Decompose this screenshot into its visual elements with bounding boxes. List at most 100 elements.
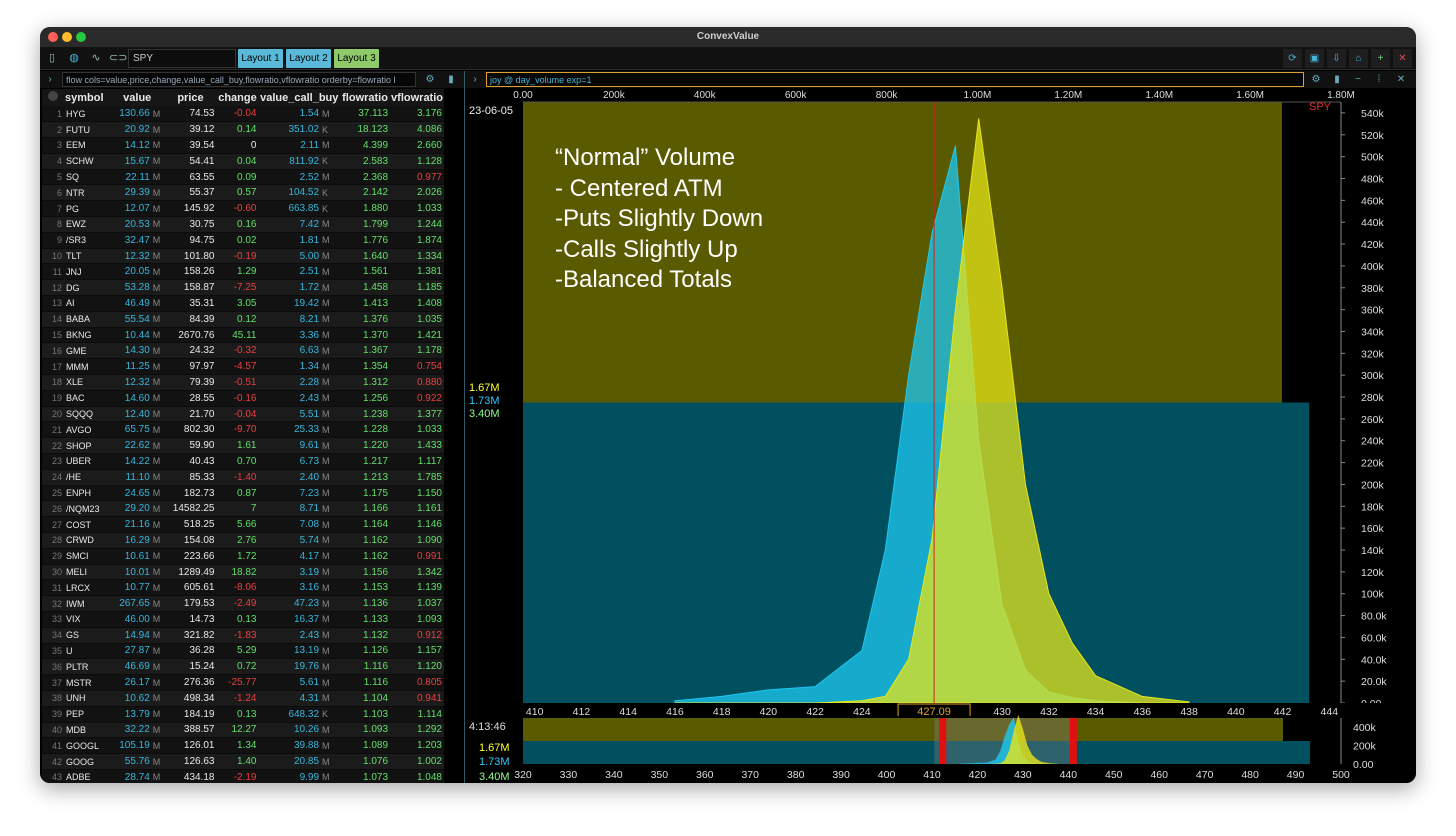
row-symbol[interactable]: AI (64, 295, 110, 312)
left-settings-icon[interactable]: ⚙ (422, 71, 438, 88)
table-row[interactable]: 7 PG 12.07 M 145.92 -0.60 663.85 K 1.880 1.033 (42, 200, 444, 218)
column-header-value-call-buy[interactable]: value_call_buy (258, 89, 341, 106)
table-row[interactable]: 41 GOOGL 105.19 M 126.01 1.34 39.88 M 1.089 1.203 (42, 737, 444, 755)
row-symbol[interactable]: PLTR (64, 658, 110, 676)
sidebar-icon[interactable]: ▯ (43, 50, 61, 67)
row-symbol[interactable]: UNH (64, 690, 110, 707)
table-row[interactable]: 37 MSTR 26.17 M 276.36 -25.77 5.61 M 1.116 0.805 (42, 674, 444, 691)
table-row[interactable]: 22 SHOP 22.62 M 59.90 1.61 9.61 M 1.220 1.433 (42, 437, 444, 455)
column-header-value[interactable]: value (110, 89, 165, 106)
table-row[interactable]: 5 SQ 22.11 M 63.55 0.09 2.52 M 2.368 0.977 (42, 169, 444, 186)
table-row[interactable]: 20 SQQQ 12.40 M 21.70 -0.04 5.51 M 1.238 1.377 (42, 406, 444, 423)
row-symbol[interactable]: GOOGL (64, 737, 110, 755)
pin-icon[interactable]: ⇩ (1327, 49, 1346, 68)
row-symbol[interactable]: EWZ (64, 216, 110, 233)
column-header-index[interactable] (42, 89, 64, 106)
column-header-vflowratio[interactable]: vflowratio (390, 89, 444, 106)
row-symbol[interactable]: DG (64, 279, 110, 297)
row-symbol[interactable]: JNJ (64, 263, 110, 281)
table-row[interactable]: 6 NTR 29.39 M 55.37 0.57 104.52 K 2.142 2.026 (42, 184, 444, 202)
row-symbol[interactable]: UBER (64, 453, 110, 470)
close-window-button[interactable] (48, 32, 58, 42)
table-row[interactable]: 38 UNH 10.62 M 498.34 -1.24 4.31 M 1.104 0.941 (42, 690, 444, 707)
column-header-price[interactable]: price (164, 89, 217, 106)
table-row[interactable]: 28 CRWD 16.29 M 154.08 2.76 5.74 M 1.162 1.090 (42, 532, 444, 549)
row-symbol[interactable]: ADBE (64, 769, 110, 783)
row-symbol[interactable]: /SR3 (64, 232, 110, 249)
row-symbol[interactable]: PG (64, 200, 110, 218)
row-symbol[interactable]: LRCX (64, 579, 110, 597)
row-symbol[interactable]: BKNG (64, 327, 110, 344)
table-row[interactable]: 36 PLTR 46.69 M 15.24 0.72 19.76 M 1.116 1.120 (42, 658, 444, 676)
table-row[interactable]: 18 XLE 12.32 M 79.39 -0.51 2.28 M 1.312 0.880 (42, 374, 444, 391)
tab-layout-3[interactable]: Layout 3 (334, 49, 379, 68)
table-row[interactable]: 24/HE 11.10 M 85.33 -1.40 2.40 M 1.213 1.785 (42, 469, 444, 486)
tab-layout-1[interactable]: Layout 1 (238, 49, 283, 68)
column-header-change[interactable]: change (216, 89, 259, 106)
row-symbol[interactable]: ENPH (64, 485, 110, 502)
close-panel-icon[interactable]: ✕ (1393, 71, 1409, 88)
column-header-flowratio[interactable]: flowratio (340, 89, 391, 106)
row-symbol[interactable]: TLT (64, 248, 110, 265)
row-symbol[interactable]: COST (64, 516, 110, 534)
table-row[interactable]: 9/SR3 32.47 M 94.75 0.02 1.81 M 1.776 1.874 (42, 232, 444, 249)
pulse-icon[interactable]: ∿ (87, 50, 105, 67)
row-symbol[interactable]: MMM (64, 358, 110, 376)
symbol-input[interactable]: SPY (128, 49, 236, 68)
row-symbol[interactable]: XLE (64, 374, 110, 391)
row-symbol[interactable]: IWM (64, 595, 110, 612)
table-row[interactable]: 35 U 27.87 M 36.28 5.29 13.19 M 1.126 1.157 (42, 643, 444, 660)
table-row[interactable]: 11 JNJ 20.05 M 158.26 1.29 2.51 M 1.561 1.381 (42, 263, 444, 281)
table-row[interactable]: 4 SCHW 15.67 M 54.41 0.04 811.92 K 2.583 1.128 (42, 153, 444, 170)
left-command-input[interactable]: flow cols=value,price,change,value_call_… (62, 72, 416, 87)
row-symbol[interactable]: BAC (64, 390, 110, 407)
left-bookmark-icon[interactable]: ▮ (443, 71, 459, 88)
tab-layout-2[interactable]: Layout 2 (286, 49, 331, 68)
table-row[interactable]: 39 PEP 13.79 M 184.19 0.13 648.32 K 1.103 1.114 (42, 706, 444, 723)
table-row[interactable]: 31 LRCX 10.77 M 605.61 -8.06 3.16 M 1.153 1.139 (42, 579, 444, 597)
row-symbol[interactable]: MDB (64, 722, 110, 739)
table-row[interactable]: 13 AI 46.49 M 35.31 3.05 19.42 M 1.413 1.408 (42, 295, 444, 312)
row-symbol[interactable]: SQ (64, 169, 110, 186)
row-symbol[interactable]: VIX (64, 611, 110, 628)
row-symbol[interactable]: SHOP (64, 437, 110, 455)
close-icon[interactable]: ✕ (1393, 49, 1412, 68)
table-row[interactable]: 27 COST 21.16 M 518.25 5.66 7.08 M 1.164 1.146 (42, 516, 444, 534)
save-icon[interactable]: ▣ (1305, 49, 1324, 68)
table-row[interactable]: 43 ADBE 28.74 M 434.18 -2.19 9.99 M 1.073 1.048 (42, 769, 444, 783)
split-panel-icon[interactable]: ⁞ (1371, 71, 1387, 88)
table-row[interactable]: 10 TLT 12.32 M 101.80 -0.19 5.00 M 1.640 1.334 (42, 248, 444, 265)
table-row[interactable]: 19 BAC 14.60 M 28.55 -0.16 2.43 M 1.256 0.922 (42, 390, 444, 407)
row-symbol[interactable]: GME (64, 342, 110, 360)
table-row[interactable]: 15 BKNG 10.44 M 2670.76 45.11 3.36 M 1.370 1.421 (42, 327, 444, 344)
row-symbol[interactable]: U (64, 643, 110, 660)
table-row[interactable]: 23 UBER 14.22 M 40.43 0.70 6.73 M 1.217 1.117 (42, 453, 444, 470)
minimize-panel-icon[interactable]: − (1350, 71, 1366, 88)
row-symbol[interactable]: /NQM23 (64, 500, 110, 518)
right-settings-icon[interactable]: ⚙ (1308, 71, 1324, 88)
row-symbol[interactable]: GOOG (64, 753, 110, 770)
row-symbol[interactable]: EEM (64, 137, 110, 154)
table-row[interactable]: 21 AVGO 65.75 M 802.30 -9.70 25.33 M 1.228 1.033 (42, 421, 444, 439)
link-icon[interactable]: ⊂⊃ (109, 50, 127, 67)
row-symbol[interactable]: FUTU (64, 121, 110, 139)
row-symbol[interactable]: SMCI (64, 548, 110, 565)
minimize-window-button[interactable] (62, 32, 72, 42)
table-row[interactable]: 34 GS 14.94 M 321.82 -1.83 2.43 M 1.132 0.912 (42, 627, 444, 644)
table-row[interactable]: 25 ENPH 24.65 M 182.73 0.87 7.23 M 1.175 1.150 (42, 485, 444, 502)
refresh-icon[interactable]: ⟳ (1283, 49, 1302, 68)
table-row[interactable]: 12 DG 53.28 M 158.87 -7.25 1.72 M 1.458 1.185 (42, 279, 444, 297)
row-symbol[interactable]: SQQQ (64, 406, 110, 423)
table-row[interactable]: 8 EWZ 20.53 M 30.75 0.16 7.42 M 1.799 1.244 (42, 216, 444, 233)
row-symbol[interactable]: SCHW (64, 153, 110, 170)
row-symbol[interactable]: CRWD (64, 532, 110, 549)
table-row[interactable]: 29 SMCI 10.61 M 223.66 1.72 4.17 M 1.162 0.991 (42, 548, 444, 565)
zoom-window-button[interactable] (76, 32, 86, 42)
table-row[interactable]: 30 MELI 10.01 M 1289.49 18.82 3.19 M 1.156 1.342 (42, 564, 444, 581)
row-symbol[interactable]: PEP (64, 706, 110, 723)
table-row[interactable]: 2 FUTU 20.92 M 39.12 0.14 351.02 K 18.123 4.086 (42, 121, 444, 139)
right-command-input[interactable]: joy @ day_volume exp=1 (486, 72, 1304, 87)
right-bookmark-icon[interactable]: ▮ (1329, 71, 1345, 88)
table-row[interactable]: 17 MMM 11.25 M 97.97 -4.57 1.34 M 1.354 0.754 (42, 358, 444, 376)
table-row[interactable]: 26/NQM23 29.20 M 14582.25 7 8.71 M 1.166 1.161 (42, 500, 444, 518)
